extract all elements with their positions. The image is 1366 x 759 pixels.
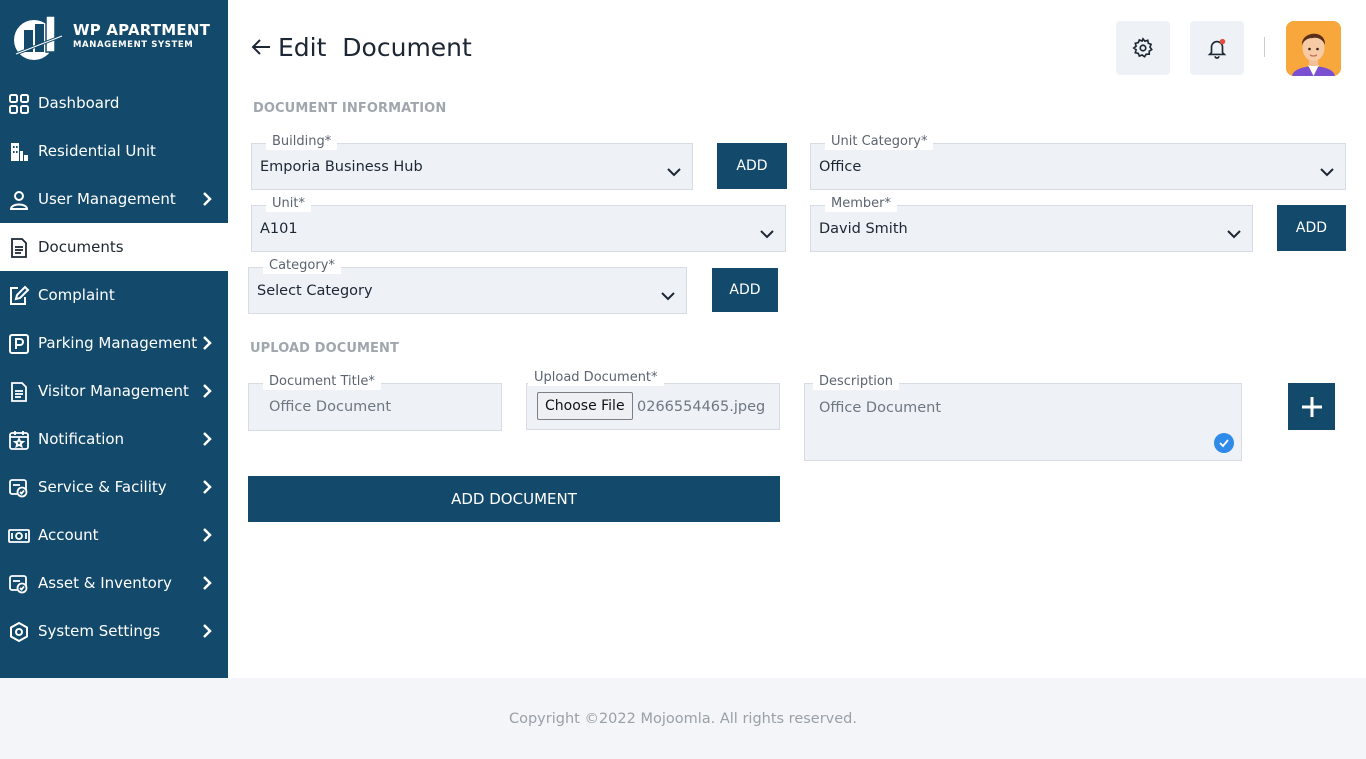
sidebar-item-notification[interactable]: Notification — [0, 415, 228, 463]
section-document-information: DOCUMENT INFORMATION — [253, 101, 447, 116]
sidebar-item-label: Visitor Management — [38, 382, 189, 400]
unit-category-select[interactable]: Unit Category* Office — [810, 134, 1346, 190]
building-logo-icon — [12, 14, 68, 60]
building-value: Emporia Business Hub — [260, 158, 423, 175]
building-icon — [8, 141, 30, 163]
grid-icon — [8, 93, 30, 115]
sidebar-item-user-management[interactable]: User Management — [0, 175, 228, 223]
asset-icon — [8, 573, 30, 595]
service-icon — [8, 477, 30, 499]
description-value: Office Document — [819, 400, 942, 416]
brand-title: WP APARTMENT — [73, 21, 211, 39]
sidebar-item-system-settings[interactable]: System Settings — [0, 607, 228, 655]
sidebar-item-dashboard[interactable]: Dashboard — [0, 79, 228, 127]
sidebar-item-label: System Settings — [38, 622, 161, 640]
sidebar-item-label: Account — [38, 526, 99, 544]
sidebar-item-label: Asset & Inventory — [38, 574, 172, 592]
chevron-right-icon — [200, 335, 214, 351]
sidebar-item-label: Residential Unit — [38, 142, 156, 160]
user-avatar-icon — [1286, 21, 1341, 76]
settings-button[interactable] — [1116, 21, 1170, 75]
sidebar-item-documents[interactable]: Documents — [0, 223, 228, 271]
upload-document-field: Upload Document* Choose File 0266554465.… — [526, 370, 780, 430]
add-category-button[interactable]: ADD — [712, 268, 778, 312]
chevron-down-icon — [1226, 224, 1242, 238]
sidebar-item-label: Service & Facility — [38, 478, 167, 496]
chevron-right-icon — [200, 527, 214, 543]
category-select[interactable]: Category* Select Category — [248, 258, 687, 314]
page-title-text: Edit Document — [278, 32, 472, 62]
file-name: 0266554465.jpeg — [637, 398, 766, 415]
clipboard-icon — [8, 381, 30, 403]
description-label: Description — [813, 374, 900, 390]
sidebar-item-label: Dashboard — [38, 94, 120, 112]
parking-icon — [8, 333, 30, 355]
sidebar-item-label: Documents — [38, 238, 124, 256]
chevron-down-icon — [759, 224, 775, 238]
document-icon — [8, 237, 30, 259]
sidebar-item-label: Complaint — [38, 286, 115, 304]
add-row-button[interactable] — [1288, 383, 1335, 430]
chevron-down-icon — [660, 286, 676, 300]
brand[interactable]: WP APARTMENT MANAGEMENT SYSTEM — [12, 12, 222, 62]
building-select[interactable]: Building* Emporia Business Hub — [251, 134, 693, 190]
sidebar-item-asset-inventory[interactable]: Asset & Inventory — [0, 559, 228, 607]
chevron-right-icon — [200, 191, 214, 207]
chevron-right-icon — [200, 623, 214, 639]
chevron-right-icon — [200, 575, 214, 591]
avatar[interactable] — [1286, 21, 1341, 76]
edit-icon — [8, 285, 30, 307]
unit-select[interactable]: Unit* A101 — [251, 196, 786, 252]
unit-value: A101 — [260, 220, 298, 237]
category-value: Select Category — [257, 282, 373, 299]
sidebar-item-account[interactable]: Account — [0, 511, 228, 559]
chevron-right-icon — [200, 479, 214, 495]
add-building-button[interactable]: ADD — [717, 143, 787, 189]
settings-eye-icon — [8, 621, 30, 643]
sidebar-item-label: Parking Management — [38, 334, 198, 352]
sidebar-item-visitor-management[interactable]: Visitor Management — [0, 367, 228, 415]
back-arrow-icon[interactable] — [250, 36, 272, 58]
section-upload-document: UPLOAD DOCUMENT — [250, 341, 399, 356]
notification-button[interactable] — [1190, 21, 1244, 75]
add-document-button[interactable]: ADD DOCUMENT — [248, 476, 780, 522]
bell-icon — [1207, 38, 1227, 59]
footer: Copyright ©2022 Mojoomla. All rights res… — [0, 678, 1366, 759]
chevron-down-icon — [666, 162, 682, 176]
member-select[interactable]: Member* David Smith — [810, 196, 1253, 252]
description-textarea[interactable]: Description Office Document — [804, 374, 1242, 461]
sidebar: WP APARTMENT MANAGEMENT SYSTEM Dashboard… — [0, 0, 228, 678]
unit-category-value: Office — [819, 158, 862, 175]
chevron-right-icon — [200, 383, 214, 399]
chevron-down-icon — [1319, 162, 1335, 176]
choose-file-button[interactable]: Choose File — [537, 392, 633, 420]
header-divider — [1264, 37, 1265, 57]
check-icon — [1214, 433, 1234, 453]
member-value: David Smith — [819, 220, 908, 237]
cash-icon — [8, 525, 30, 547]
sidebar-item-label: Notification — [38, 430, 125, 448]
sidebar-nav: Dashboard Residential Unit User Manageme… — [0, 79, 228, 655]
brand-subtitle: MANAGEMENT SYSTEM — [73, 40, 194, 50]
copyright-text: Copyright ©2022 Mojoomla. All rights res… — [508, 710, 857, 727]
add-member-button[interactable]: ADD — [1277, 205, 1346, 251]
sidebar-item-residential-unit[interactable]: Residential Unit — [0, 127, 228, 175]
document-title-value: Office Document — [269, 399, 392, 415]
gear-icon — [1132, 37, 1153, 58]
sidebar-item-parking-management[interactable]: Parking Management — [0, 319, 228, 367]
chevron-right-icon — [200, 431, 214, 447]
sidebar-item-label: User Management — [38, 190, 176, 208]
sidebar-item-service-facility[interactable]: Service & Facility — [0, 463, 228, 511]
plus-icon — [1301, 396, 1322, 417]
user-icon — [8, 189, 30, 211]
calendar-star-icon — [8, 429, 30, 451]
page-title: Edit Document — [250, 30, 472, 64]
sidebar-item-complaint[interactable]: Complaint — [0, 271, 228, 319]
document-title-input[interactable]: Document Title* Office Document — [248, 374, 502, 431]
